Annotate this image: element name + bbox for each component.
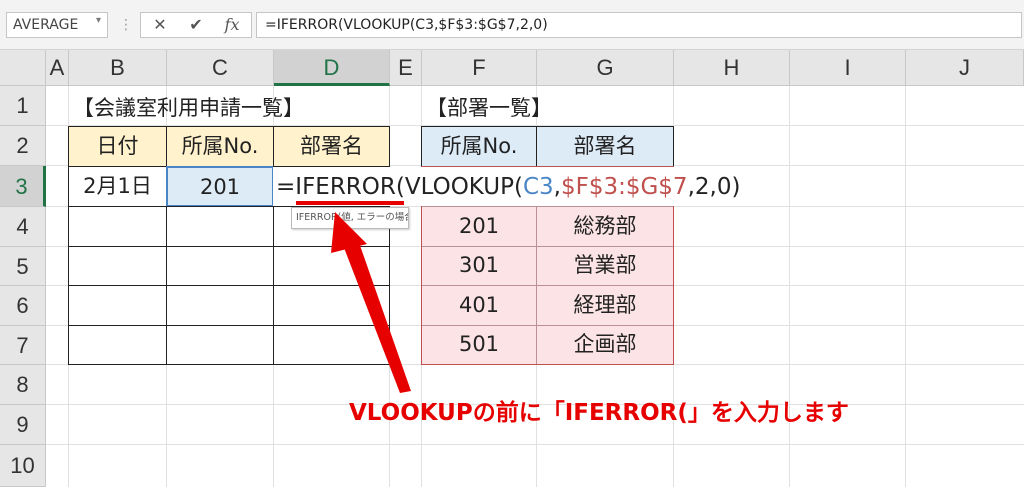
annotation-text: VLOOKUPの前に「IFERROR(」を入力します bbox=[349, 400, 849, 426]
excel-window: AVERAGE ▾ ⋮ ✕ ✔ fx =IFERROR(VLOOKUP(C3,$… bbox=[0, 0, 1024, 487]
